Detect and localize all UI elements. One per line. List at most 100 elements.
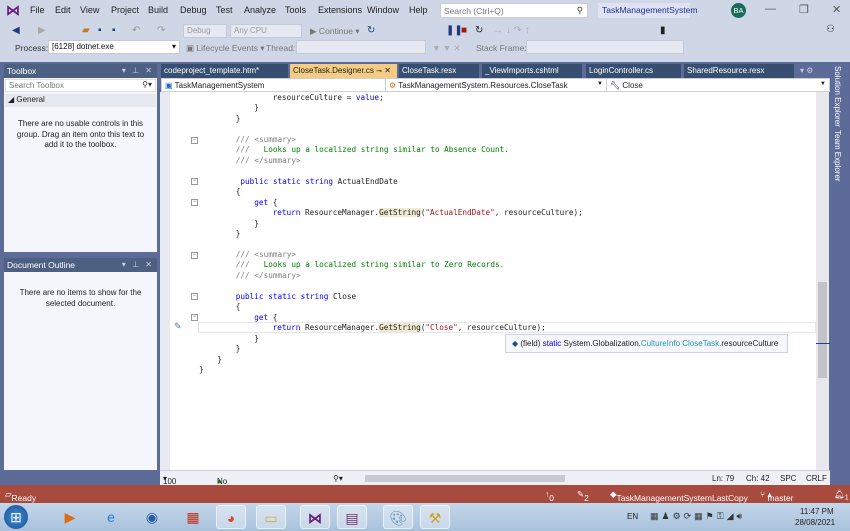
- close-tab-icon[interactable]: ✕: [384, 66, 391, 75]
- continue-button[interactable]: ▶ Continue ▾: [310, 26, 360, 37]
- member-nav-dropdown[interactable]: 🔧︎ Close ▼: [606, 78, 830, 92]
- file-explorer-icon[interactable]: ▭: [256, 505, 286, 529]
- branch-button[interactable]: ⑂ master ▴: [760, 489, 793, 503]
- horizontal-scrollbar[interactable]: [365, 475, 565, 482]
- project-nav-dropdown[interactable]: ▣ TaskManagementSystem▼: [161, 78, 394, 92]
- minimize-button[interactable]: —: [765, 3, 776, 15]
- search-input[interactable]: Search (Ctrl+Q) ⚲: [440, 3, 588, 18]
- menu-debug[interactable]: Debug: [180, 5, 207, 15]
- menu-extensions[interactable]: Extensions: [318, 5, 362, 15]
- fold-toggle-icon[interactable]: −: [191, 314, 198, 321]
- step-over-icon[interactable]: → ↓ ↷ ↑: [493, 25, 530, 37]
- fold-toggle-icon[interactable]: −: [191, 137, 198, 144]
- clock-date[interactable]: 28/08/2021: [795, 518, 835, 527]
- panel-controls-icon[interactable]: ▾ ⊥ ✕: [122, 260, 154, 269]
- scrollbar-thumb[interactable]: [818, 282, 827, 378]
- internet-explorer-icon[interactable]: e: [96, 505, 126, 529]
- back-icon[interactable]: ◀: [12, 25, 20, 37]
- tab-overflow-icon[interactable]: ▾ ⚙: [800, 66, 813, 75]
- media-player-icon[interactable]: ▶: [55, 505, 85, 529]
- language-indicator[interactable]: EN: [627, 512, 638, 521]
- menu-tools[interactable]: Tools: [285, 5, 306, 15]
- outline-title: Document Outline: [7, 260, 76, 270]
- toolbox-header: Toolbox ▾ ⊥ ✕: [4, 64, 157, 78]
- solution-explorer-tab[interactable]: Solution Explorer: [833, 66, 842, 127]
- undo-icon[interactable]: ↶: [132, 25, 140, 37]
- process-dropdown[interactable]: [6128] dotnet.exe ▾: [48, 40, 180, 54]
- code-line: /// Looks up a localized string similar …: [199, 260, 504, 270]
- start-button[interactable]: ⊞: [4, 505, 28, 529]
- menu-edit[interactable]: Edit: [55, 5, 71, 15]
- save-icon[interactable]: ▪: [98, 25, 102, 37]
- close-window-button[interactable]: ✕: [832, 3, 841, 16]
- menu-project[interactable]: Project: [111, 5, 139, 15]
- code-line: {: [199, 187, 241, 197]
- nav-member: Close: [622, 81, 643, 90]
- toolbox-search-input[interactable]: Search Toolbox ⚲▾: [5, 79, 156, 92]
- code-token: {: [268, 197, 278, 207]
- repository-button[interactable]: ◆ TaskManagementSystemLastCopy: [610, 489, 748, 503]
- avatar[interactable]: BA: [731, 3, 746, 18]
- line-ending[interactable]: CRLF: [806, 474, 827, 483]
- menu-window[interactable]: Window: [367, 5, 399, 15]
- configuration-dropdown[interactable]: Debug: [183, 24, 227, 38]
- forward-icon[interactable]: ▶: [38, 25, 46, 37]
- tab-5[interactable]: SharedResource.resx: [684, 64, 794, 78]
- brush-icon[interactable]: ⚲▾: [333, 474, 343, 483]
- menu-help[interactable]: Help: [409, 5, 428, 15]
- bookmark-icon[interactable]: ▮: [660, 25, 666, 37]
- pending-changes[interactable]: ✎ 2: [577, 489, 589, 503]
- menu-build[interactable]: Build: [148, 5, 168, 15]
- tray-icons[interactable]: ▦♟⚙⟳▦⚑⚿◢🔊︎: [650, 511, 745, 522]
- edit-pencil-icon: ✎: [174, 321, 182, 331]
- clock-time[interactable]: 11:47 PM: [800, 507, 834, 516]
- stack-frame-dropdown[interactable]: [526, 40, 684, 54]
- live-share-icon[interactable]: ⚇: [826, 24, 835, 36]
- menu-view[interactable]: View: [80, 5, 99, 15]
- thread-dropdown[interactable]: [296, 40, 426, 54]
- zoom-dropdown[interactable]: 100 % ▾: [163, 474, 176, 495]
- redo-icon[interactable]: ↷: [157, 25, 165, 37]
- visual-studio-taskbar-icon[interactable]: ⋈: [300, 505, 330, 529]
- restore-button[interactable]: ❐: [799, 3, 809, 16]
- tab-3[interactable]: _ViewImports.cshtml: [482, 64, 582, 78]
- code-token: {: [268, 312, 278, 322]
- open-folder-icon[interactable]: ▰: [82, 25, 90, 37]
- lifecycle-events-button[interactable]: ▣ Lifecycle Events ▾: [186, 43, 264, 54]
- chrome-icon[interactable]: ◕: [216, 505, 246, 529]
- panel-controls-icon[interactable]: ▾ ⊥ ✕: [122, 66, 154, 75]
- restart-icon[interactable]: ↻: [475, 25, 483, 37]
- vertical-scrollbar[interactable]: [816, 92, 829, 470]
- stop-icon[interactable]: ■: [461, 25, 467, 37]
- type-nav-dropdown[interactable]: ⚙ TaskManagementSystem.Resources.CloseTa…: [385, 78, 607, 92]
- tab-4[interactable]: LoginController.cs: [586, 64, 681, 78]
- menu-file[interactable]: File: [30, 5, 45, 15]
- tab-2[interactable]: CloseTask.resx: [399, 64, 479, 78]
- tab-1[interactable]: CloseTask.Designer.cs ⊸ ✕: [290, 64, 397, 78]
- tools-icon[interactable]: ⚒: [420, 505, 450, 529]
- visual-studio-logo-icon: ⋈: [6, 2, 20, 18]
- notifications-icon[interactable]: 🔔︎1: [834, 489, 849, 502]
- paint-icon[interactable]: 🎨︎: [383, 505, 413, 529]
- fold-toggle-icon[interactable]: −: [191, 252, 198, 259]
- tab-0[interactable]: codeproject_template.htm*: [161, 64, 288, 78]
- avg-icon[interactable]: ▦: [178, 505, 208, 529]
- pin-icon[interactable]: ⊸: [376, 68, 382, 75]
- filter-icon[interactable]: ▼ ▼ ✕: [432, 43, 461, 54]
- code-token: "ActualEndDate": [425, 208, 495, 218]
- fold-toggle-icon[interactable]: −: [191, 199, 198, 206]
- update-icon[interactable]: ◉: [137, 505, 167, 529]
- menu-analyze[interactable]: Analyze: [244, 5, 276, 15]
- menu-test[interactable]: Test: [216, 5, 233, 15]
- platform-dropdown[interactable]: Any CPU: [230, 24, 302, 38]
- whitespace-mode[interactable]: SPC: [780, 474, 796, 483]
- fold-toggle-icon[interactable]: −: [191, 293, 198, 300]
- unpushed-commits[interactable]: ↑ 0: [545, 489, 554, 503]
- refresh-icon[interactable]: ↻: [367, 25, 375, 37]
- team-explorer-tab[interactable]: Team Explorer: [833, 130, 842, 182]
- save-all-icon[interactable]: ▪: [112, 25, 116, 37]
- fold-toggle-icon[interactable]: −: [191, 178, 198, 185]
- winrar-icon[interactable]: ▤: [337, 505, 367, 529]
- toolbox-group-general[interactable]: ◢ General: [5, 94, 156, 107]
- code-token: {: [235, 187, 241, 197]
